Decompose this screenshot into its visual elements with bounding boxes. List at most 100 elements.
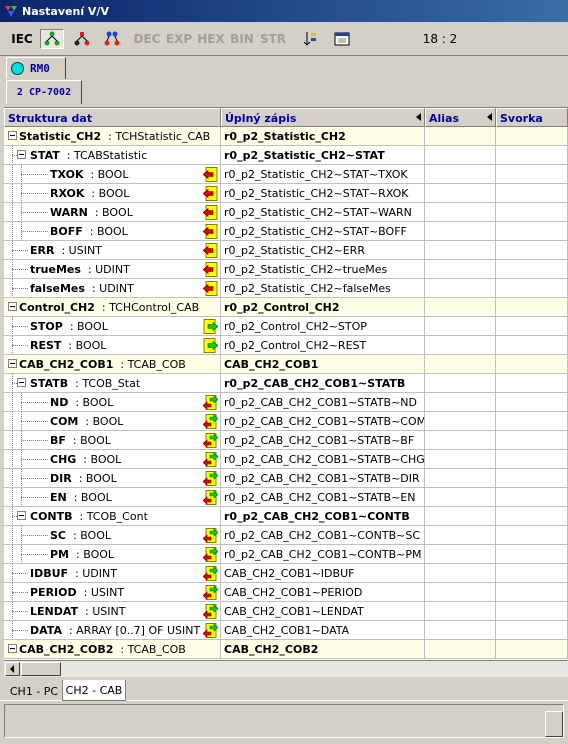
struct-cell[interactable]: ND : BOOL bbox=[4, 393, 221, 412]
alias-cell[interactable] bbox=[425, 450, 496, 469]
full-name-cell[interactable]: CAB_CH2_COB1 bbox=[221, 355, 425, 374]
alias-cell[interactable] bbox=[425, 640, 496, 659]
svorka-cell[interactable] bbox=[496, 564, 568, 583]
struct-cell[interactable]: DIR : BOOL bbox=[4, 469, 221, 488]
full-name-cell[interactable]: r0_p2_Statistic_CH2~STAT~WARN bbox=[221, 203, 425, 222]
struct-cell[interactable]: DATA : ARRAY [0..7] OF USINT bbox=[4, 621, 221, 640]
struct-cell[interactable]: Statistic_CH2 : TCHStatistic_CAB bbox=[4, 127, 221, 146]
svorka-cell[interactable] bbox=[496, 165, 568, 184]
alias-cell[interactable] bbox=[425, 583, 496, 602]
table-row[interactable]: DIR : BOOL r0_p2_CAB_CH2_COB1~STATB~DIR bbox=[4, 469, 568, 488]
iec-button[interactable]: IEC bbox=[10, 29, 34, 49]
full-name-cell[interactable]: r0_p2_Statistic_CH2 bbox=[221, 127, 425, 146]
full-name-cell[interactable]: r0_p2_Statistic_CH2~STAT~RXOK bbox=[221, 184, 425, 203]
alias-cell[interactable] bbox=[425, 184, 496, 203]
table-row[interactable]: falseMes : UDINT r0_p2_Statistic_CH2~fals… bbox=[4, 279, 568, 298]
table-row[interactable]: WARN : BOOL r0_p2_Statistic_CH2~STAT~WARN bbox=[4, 203, 568, 222]
station-tab-rm0[interactable]: RM0 bbox=[6, 57, 66, 79]
table-row[interactable]: BOFF : BOOL r0_p2_Statistic_CH2~STAT~BOFF bbox=[4, 222, 568, 241]
table-row[interactable]: TXOK : BOOL r0_p2_Statistic_CH2~STAT~TXOK bbox=[4, 165, 568, 184]
status-button[interactable] bbox=[545, 711, 563, 737]
alias-cell[interactable] bbox=[425, 203, 496, 222]
outputs-view-button[interactable] bbox=[70, 29, 94, 49]
table-row[interactable]: PM : BOOL r0_p2_CAB_CH2_COB1~CONTB~PM bbox=[4, 545, 568, 564]
full-name-cell[interactable]: r0_p2_CAB_CH2_COB1~CONTB bbox=[221, 507, 425, 526]
struct-cell[interactable]: CHG : BOOL bbox=[4, 450, 221, 469]
table-row[interactable]: PERIOD : USINT CAB_CH2_COB1~PERIOD bbox=[4, 583, 568, 602]
alias-cell[interactable] bbox=[425, 507, 496, 526]
full-name-cell[interactable]: r0_p2_Statistic_CH2~falseMes bbox=[221, 279, 425, 298]
struct-cell[interactable]: STOP : BOOL bbox=[4, 317, 221, 336]
window-button[interactable] bbox=[332, 29, 352, 49]
svorka-cell[interactable] bbox=[496, 203, 568, 222]
table-row[interactable]: Statistic_CH2 : TCHStatistic_CAB r0_p2_St… bbox=[4, 127, 568, 146]
struct-cell[interactable]: BOFF : BOOL bbox=[4, 222, 221, 241]
struct-cell[interactable]: PERIOD : USINT bbox=[4, 583, 221, 602]
inputs-view-button[interactable] bbox=[40, 29, 64, 49]
table-row[interactable]: SC : BOOL r0_p2_CAB_CH2_COB1~CONTB~SC bbox=[4, 526, 568, 545]
alias-cell[interactable] bbox=[425, 545, 496, 564]
struct-cell[interactable]: Control_CH2 : TCHControl_CAB bbox=[4, 298, 221, 317]
struct-cell[interactable]: STAT : TCABStatistic bbox=[4, 146, 221, 165]
table-row[interactable]: EN : BOOL r0_p2_CAB_CH2_COB1~STATB~EN bbox=[4, 488, 568, 507]
full-name-cell[interactable]: r0_p2_CAB_CH2_COB1~STATB~DIR bbox=[221, 469, 425, 488]
full-name-cell[interactable]: r0_p2_CAB_CH2_COB1~CONTB~SC bbox=[221, 526, 425, 545]
alias-cell[interactable] bbox=[425, 127, 496, 146]
full-name-cell[interactable]: CAB_CH2_COB1~DATA bbox=[221, 621, 425, 640]
alias-cell[interactable] bbox=[425, 526, 496, 545]
alias-cell[interactable] bbox=[425, 488, 496, 507]
table-row[interactable]: trueMes : UDINT r0_p2_Statistic_CH2~trueM… bbox=[4, 260, 568, 279]
svorka-cell[interactable] bbox=[496, 469, 568, 488]
svorka-cell[interactable] bbox=[496, 127, 568, 146]
struct-cell[interactable]: STATB : TCOB_Stat bbox=[4, 374, 221, 393]
table-row[interactable]: REST : BOOL r0_p2_Control_CH2~REST bbox=[4, 336, 568, 355]
struct-cell[interactable]: SC : BOOL bbox=[4, 526, 221, 545]
alias-cell[interactable] bbox=[425, 621, 496, 640]
full-name-cell[interactable]: r0_p2_CAB_CH2_COB1~STATB~CHG bbox=[221, 450, 425, 469]
hex-button[interactable]: HEX bbox=[197, 29, 225, 49]
svorka-cell[interactable] bbox=[496, 621, 568, 640]
alias-cell[interactable] bbox=[425, 165, 496, 184]
alias-cell[interactable] bbox=[425, 317, 496, 336]
table-row[interactable]: DATA : ARRAY [0..7] OF USINT CAB_CH2_COB1… bbox=[4, 621, 568, 640]
dec-button[interactable]: DEC bbox=[134, 29, 161, 49]
full-name-cell[interactable]: r0_p2_Statistic_CH2~STAT~TXOK bbox=[221, 165, 425, 184]
alias-cell[interactable] bbox=[425, 564, 496, 583]
struct-cell[interactable]: RXOK : BOOL bbox=[4, 184, 221, 203]
struct-cell[interactable]: CAB_CH2_COB2 : TCAB_COB bbox=[4, 640, 221, 659]
struct-cell[interactable]: falseMes : UDINT bbox=[4, 279, 221, 298]
column-header-full[interactable]: Úplný zápis bbox=[221, 108, 425, 127]
svorka-cell[interactable] bbox=[496, 146, 568, 165]
struct-cell[interactable]: TXOK : BOOL bbox=[4, 165, 221, 184]
table-row[interactable]: STOP : BOOL r0_p2_Control_CH2~STOP bbox=[4, 317, 568, 336]
full-name-cell[interactable]: r0_p2_Statistic_CH2~STAT bbox=[221, 146, 425, 165]
svorka-cell[interactable] bbox=[496, 374, 568, 393]
alias-cell[interactable] bbox=[425, 336, 496, 355]
scroll-left-button[interactable] bbox=[5, 662, 20, 676]
table-row[interactable]: CHG : BOOL r0_p2_CAB_CH2_COB1~STATB~CHG bbox=[4, 450, 568, 469]
full-name-cell[interactable]: CAB_CH2_COB1~LENDAT bbox=[221, 602, 425, 621]
full-name-cell[interactable]: r0_p2_Statistic_CH2~ERR bbox=[221, 241, 425, 260]
svorka-cell[interactable] bbox=[496, 241, 568, 260]
struct-cell[interactable]: BF : BOOL bbox=[4, 431, 221, 450]
struct-cell[interactable]: EN : BOOL bbox=[4, 488, 221, 507]
alias-cell[interactable] bbox=[425, 412, 496, 431]
alias-cell[interactable] bbox=[425, 241, 496, 260]
svorka-cell[interactable] bbox=[496, 488, 568, 507]
alias-cell[interactable] bbox=[425, 431, 496, 450]
alias-cell[interactable] bbox=[425, 355, 496, 374]
full-name-cell[interactable]: r0_p2_CAB_CH2_COB1~CONTB~PM bbox=[221, 545, 425, 564]
collapse-toggle-icon[interactable] bbox=[8, 644, 17, 653]
alias-cell[interactable] bbox=[425, 602, 496, 621]
collapse-toggle-icon[interactable] bbox=[8, 302, 17, 311]
svorka-cell[interactable] bbox=[496, 583, 568, 602]
tab-ch2-cab[interactable]: CH2 - CAB bbox=[62, 680, 126, 701]
alias-cell[interactable] bbox=[425, 279, 496, 298]
struct-cell[interactable]: PM : BOOL bbox=[4, 545, 221, 564]
table-row[interactable]: Control_CH2 : TCHControl_CAB r0_p2_Contro… bbox=[4, 298, 568, 317]
collapse-toggle-icon[interactable] bbox=[8, 359, 17, 368]
full-name-cell[interactable]: r0_p2_Control_CH2 bbox=[221, 298, 425, 317]
svorka-cell[interactable] bbox=[496, 526, 568, 545]
tab-ch1-pc[interactable]: CH1 - PC bbox=[6, 682, 62, 700]
table-row[interactable]: RXOK : BOOL r0_p2_Statistic_CH2~STAT~RXOK bbox=[4, 184, 568, 203]
